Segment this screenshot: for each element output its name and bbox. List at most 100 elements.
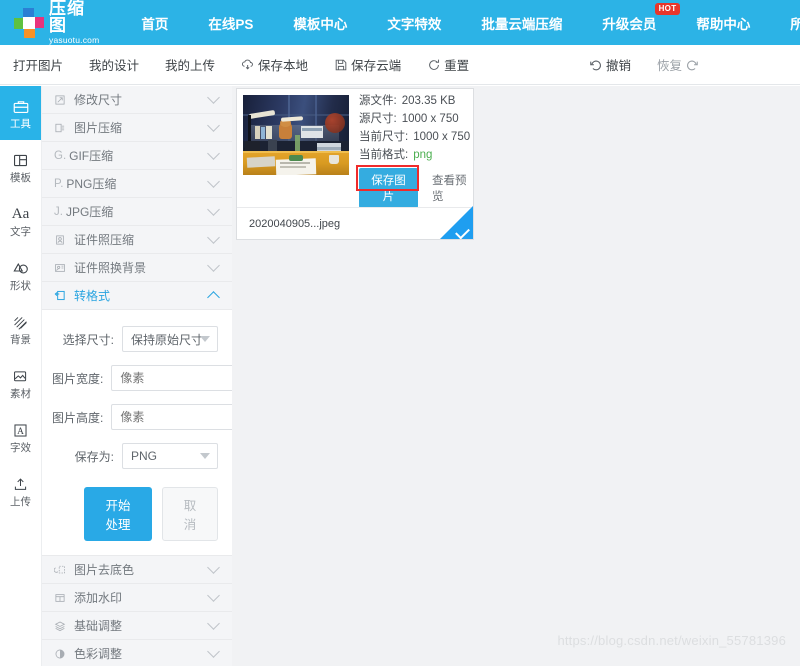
source-file-row: 源文件: 203.35 KB <box>359 95 473 108</box>
view-preview-link[interactable]: 查看预览 <box>432 172 473 204</box>
save-local-label: 保存本地 <box>258 59 309 73</box>
chevron-down-icon <box>200 336 210 342</box>
remove-bg-icon <box>54 564 69 576</box>
open-image-button[interactable]: 打开图片 <box>0 55 76 74</box>
idphoto-icon <box>54 234 69 246</box>
undo-arrow-icon <box>589 58 603 72</box>
chevron-down-icon <box>207 175 220 188</box>
my-uploads-button[interactable]: 我的上传 <box>152 55 228 74</box>
tool-item-gif-compress[interactable]: G. GIF压缩 <box>42 142 232 170</box>
my-designs-button[interactable]: 我的设计 <box>76 55 152 74</box>
rail-item-text-effects[interactable]: A 字效 <box>0 410 41 464</box>
cancel-button[interactable]: 取消 <box>162 487 218 541</box>
tool-label: 证件照换背景 <box>74 261 147 275</box>
rail-label: 背景 <box>10 333 31 346</box>
text-effect-icon: A <box>11 421 31 441</box>
image-card-bottom: 2020040905...jpeg <box>237 206 473 239</box>
upload-icon <box>11 475 31 495</box>
size-select[interactable]: 保持原始尺寸 <box>122 326 218 352</box>
nav-item-all-features[interactable]: 所有功能 <box>770 13 800 33</box>
nav-item-template-center[interactable]: 模板中心 <box>273 13 367 33</box>
logo[interactable]: 压缩图 yasuotu.com <box>14 0 99 45</box>
canvas-work-area[interactable]: 源文件: 203.35 KB 源尺寸: 1000 x 750 当前尺寸: 100… <box>232 86 800 666</box>
rail-item-upload[interactable]: 上传 <box>0 464 41 518</box>
nav-item-upgrade-member[interactable]: 升级会员 HOT <box>582 2 681 33</box>
image-card[interactable]: 源文件: 203.35 KB 源尺寸: 1000 x 750 当前尺寸: 100… <box>236 88 474 240</box>
current-size-label: 当前尺寸: <box>359 131 409 143</box>
material-image-icon <box>11 367 31 387</box>
redo-arrow-icon <box>685 58 699 72</box>
tool-item-remove-background[interactable]: 图片去底色 <box>42 556 232 584</box>
undo-button[interactable]: 撤销 <box>576 55 644 74</box>
site-header: 压缩图 yasuotu.com 首页 在线PS 模板中心 文字特效 批量云端压缩… <box>0 0 800 45</box>
nav-item-help-center[interactable]: 帮助中心 <box>676 13 770 33</box>
card-actions: 保存图片 查看预览 <box>356 165 473 208</box>
start-process-button[interactable]: 开始处理 <box>84 487 152 541</box>
tool-item-idphoto-compress[interactable]: 证件照压缩 <box>42 226 232 254</box>
rail-item-materials[interactable]: 素材 <box>0 356 41 410</box>
tool-item-png-compress[interactable]: P. PNG压缩 <box>42 170 232 198</box>
nav-item-online-ps[interactable]: 在线PS <box>188 13 273 33</box>
rail-item-tools[interactable]: 工具 <box>0 86 41 140</box>
redo-button[interactable]: 恢复 <box>644 55 712 74</box>
tool-prefix: P. <box>54 177 64 190</box>
shapes-icon <box>11 259 31 279</box>
format-select-value: PNG <box>131 449 158 463</box>
rail-label: 上传 <box>10 495 31 508</box>
tool-label: JPG压缩 <box>65 205 114 219</box>
source-size-value: 1000 x 750 <box>401 113 459 125</box>
tool-label: 基础调整 <box>74 619 123 633</box>
tool-item-jpg-compress[interactable]: J. JPG压缩 <box>42 198 232 226</box>
form-row-size: 选择尺寸: 保持原始尺寸 <box>52 326 218 352</box>
tool-item-resize[interactable]: 修改尺寸 <box>42 86 232 114</box>
page-watermark: https://blog.csdn.net/weixin_55781396 <box>557 633 786 648</box>
source-size-label: 源尺寸: <box>359 113 397 125</box>
image-filename: 2020040905...jpeg <box>249 218 341 230</box>
format-select[interactable]: PNG <box>122 443 218 469</box>
tool-item-idphoto-background[interactable]: 证件照换背景 <box>42 254 232 282</box>
reset-label: 重置 <box>444 59 470 73</box>
rail-item-shapes[interactable]: 形状 <box>0 248 41 302</box>
source-file-value: 203.35 KB <box>401 95 456 107</box>
nav-label: 批量云端压缩 <box>481 16 563 32</box>
tool-label: 图片去底色 <box>74 563 135 577</box>
undo-label: 撤销 <box>605 59 631 73</box>
tool-item-image-compress[interactable]: 图片压缩 <box>42 114 232 142</box>
image-card-top: 源文件: 203.35 KB 源尺寸: 1000 x 750 当前尺寸: 100… <box>237 89 473 208</box>
nav-label: 所有功能 <box>790 16 800 32</box>
tool-item-convert-format[interactable]: 转格式 <box>42 282 232 310</box>
rail-item-templates[interactable]: 模板 <box>0 140 41 194</box>
nav-label: 文字特效 <box>387 16 442 32</box>
reset-button[interactable]: 重置 <box>414 55 482 74</box>
size-label: 选择尺寸: <box>62 332 114 347</box>
watermark-icon <box>54 592 69 604</box>
save-image-button[interactable]: 保存图片 <box>359 168 418 208</box>
height-input[interactable] <box>111 404 232 430</box>
form-row-height: 图片高度: <box>52 404 232 430</box>
chevron-down-icon <box>207 561 220 574</box>
nav-item-batch-cloud-compress[interactable]: 批量云端压缩 <box>461 13 582 33</box>
compress-icon <box>54 122 69 134</box>
rail-label: 模板 <box>10 171 31 184</box>
image-thumbnail[interactable] <box>243 95 349 175</box>
chevron-down-icon <box>207 645 220 658</box>
width-input[interactable] <box>111 365 232 391</box>
tool-item-color-adjust[interactable]: 色彩调整 <box>42 640 232 666</box>
size-select-value: 保持原始尺寸 <box>131 332 204 347</box>
nav-label: 帮助中心 <box>696 16 751 32</box>
nav-item-text-effects[interactable]: 文字特效 <box>367 13 461 33</box>
convert-format-icon <box>54 289 69 302</box>
rail-label: 文字 <box>10 225 31 238</box>
tool-list-panel: 修改尺寸 图片压缩 G. GIF压缩 P. PNG压缩 J. JPG压缩 证件照… <box>42 86 232 666</box>
reset-refresh-icon <box>427 58 441 72</box>
logo-mark-icon <box>14 7 44 38</box>
idphoto-bg-icon <box>54 262 69 274</box>
nav-item-home[interactable]: 首页 <box>121 13 188 33</box>
tool-item-add-watermark[interactable]: 添加水印 <box>42 584 232 612</box>
rail-item-background[interactable]: 背景 <box>0 302 41 356</box>
rail-item-text[interactable]: Aa 文字 <box>0 194 41 248</box>
save-cloud-button[interactable]: 保存云端 <box>321 55 414 74</box>
tool-item-basic-adjust[interactable]: 基础调整 <box>42 612 232 640</box>
toolbox-icon <box>11 97 31 117</box>
save-local-button[interactable]: 保存本地 <box>228 55 321 74</box>
